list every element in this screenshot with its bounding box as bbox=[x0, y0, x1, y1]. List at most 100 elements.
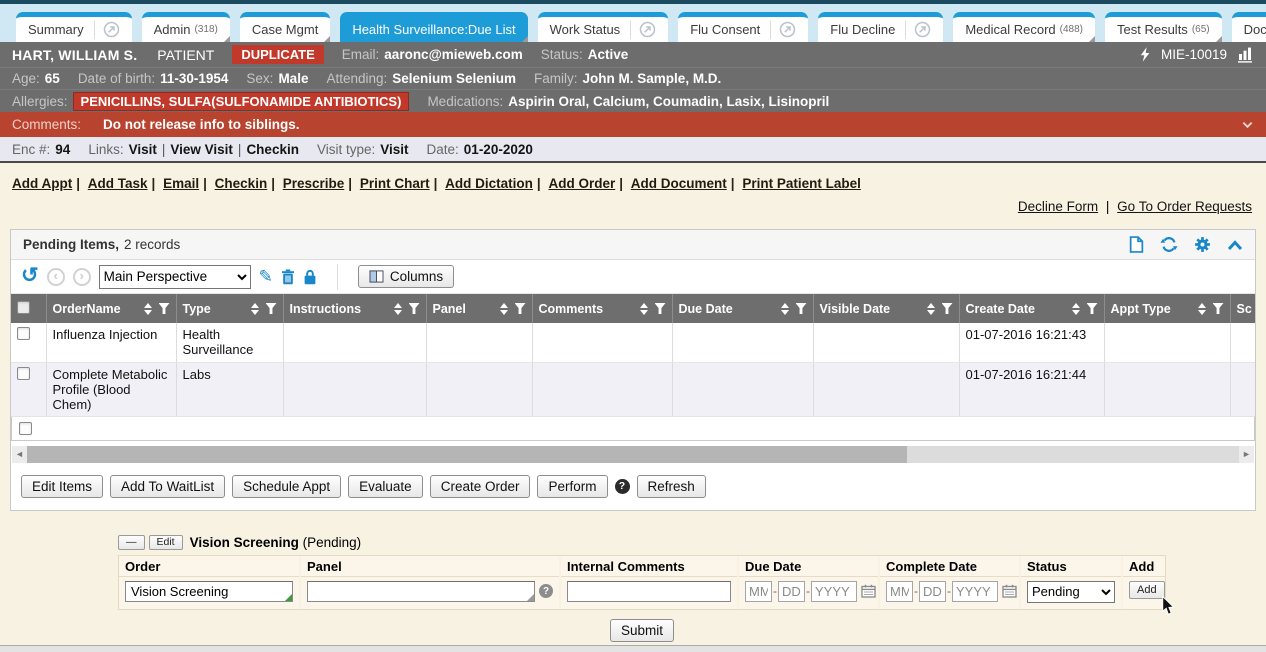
col-header-appt-type[interactable]: Appt Type bbox=[1111, 302, 1171, 316]
col-header-comments[interactable]: Comments bbox=[539, 302, 604, 316]
enc-link-checkin[interactable]: Checkin bbox=[246, 142, 299, 157]
lock-perspective-icon[interactable] bbox=[303, 269, 317, 285]
perform-button[interactable]: Perform bbox=[537, 475, 607, 498]
complete-date-yyyy-input[interactable] bbox=[952, 581, 998, 602]
tab-work-status[interactable]: Work Status bbox=[538, 12, 669, 42]
link-add-order[interactable]: Add Order bbox=[548, 176, 615, 191]
row-checkbox[interactable] bbox=[17, 327, 30, 340]
col-header-due-date[interactable]: Due Date bbox=[679, 302, 733, 316]
table-row[interactable]: Complete Metabolic Profile (Blood Chem) … bbox=[11, 362, 1255, 416]
internal-comments-input[interactable] bbox=[567, 581, 731, 602]
perspective-select[interactable]: Main Perspective bbox=[99, 265, 251, 289]
delete-perspective-icon[interactable] bbox=[281, 269, 295, 285]
link-decline-form[interactable]: Decline Form bbox=[1018, 199, 1098, 214]
sort-icon[interactable] bbox=[1072, 303, 1080, 315]
tab-flu-consent[interactable]: Flu Consent bbox=[678, 12, 808, 42]
next-perspective-icon[interactable]: › bbox=[73, 268, 91, 286]
link-print-patient-label[interactable]: Print Patient Label bbox=[742, 176, 861, 191]
link-prescribe[interactable]: Prescribe bbox=[283, 176, 345, 191]
col-header-type[interactable]: Type bbox=[183, 302, 211, 316]
refresh-button[interactable]: Refresh bbox=[637, 475, 706, 498]
gear-icon[interactable] bbox=[1194, 236, 1211, 253]
columns-button[interactable]: Columns bbox=[358, 265, 454, 288]
panel-input[interactable] bbox=[307, 581, 535, 602]
due-date-dd-input[interactable] bbox=[778, 581, 805, 602]
col-header-instructions[interactable]: Instructions bbox=[290, 302, 362, 316]
evaluate-button[interactable]: Evaluate bbox=[348, 475, 423, 498]
sort-icon[interactable] bbox=[144, 303, 152, 315]
col-header-sc[interactable]: Sc bbox=[1237, 302, 1252, 316]
status-select[interactable]: Pending bbox=[1027, 581, 1115, 603]
tab-test-results[interactable]: Test Results (65) bbox=[1105, 12, 1222, 42]
popout-icon[interactable] bbox=[914, 21, 931, 38]
link-email[interactable]: Email bbox=[163, 176, 199, 191]
tab-documents[interactable]: Documents (275) bbox=[1232, 12, 1266, 42]
complete-date-dd-input[interactable] bbox=[919, 581, 946, 602]
footer-checkbox[interactable] bbox=[19, 422, 32, 435]
sort-icon[interactable] bbox=[500, 303, 508, 315]
filter-icon[interactable] bbox=[942, 303, 953, 314]
edit-items-button[interactable]: Edit Items bbox=[21, 475, 103, 498]
scroll-right-arrow[interactable]: ► bbox=[1239, 446, 1254, 463]
scroll-left-arrow[interactable]: ◄ bbox=[12, 446, 27, 463]
tab-admin[interactable]: Admin (318) bbox=[142, 12, 230, 42]
sort-icon[interactable] bbox=[927, 303, 935, 315]
popout-icon[interactable] bbox=[639, 21, 656, 38]
create-order-button[interactable]: Create Order bbox=[430, 475, 531, 498]
edit-order-button[interactable]: Edit bbox=[149, 535, 183, 550]
link-add-dictation[interactable]: Add Dictation bbox=[445, 176, 533, 191]
add-to-waitlist-button[interactable]: Add To WaitList bbox=[110, 475, 225, 498]
filter-icon[interactable] bbox=[1087, 303, 1098, 314]
new-document-icon[interactable] bbox=[1129, 236, 1144, 253]
link-add-task[interactable]: Add Task bbox=[88, 176, 148, 191]
link-checkin[interactable]: Checkin bbox=[215, 176, 268, 191]
sort-icon[interactable] bbox=[1198, 303, 1206, 315]
sort-icon[interactable] bbox=[640, 303, 648, 315]
tab-case-mgmt[interactable]: Case Mgmt bbox=[240, 12, 330, 42]
due-date-mm-input[interactable] bbox=[745, 581, 772, 602]
link-add-appt[interactable]: Add Appt bbox=[12, 176, 72, 191]
filter-icon[interactable] bbox=[1213, 303, 1224, 314]
refresh-icon[interactable] bbox=[1160, 236, 1178, 253]
enc-link-view-visit[interactable]: View Visit bbox=[170, 142, 233, 157]
row-checkbox[interactable] bbox=[17, 367, 30, 380]
duplicate-badge[interactable]: DUPLICATE bbox=[232, 45, 323, 64]
help-icon[interactable]: ? bbox=[615, 479, 630, 494]
scrollbar-thumb[interactable] bbox=[27, 446, 907, 463]
calendar-icon[interactable] bbox=[861, 584, 876, 598]
lightning-icon[interactable] bbox=[1138, 47, 1151, 62]
horizontal-scrollbar[interactable]: ◄ ► bbox=[12, 446, 1254, 463]
edit-perspective-icon[interactable]: ✎ bbox=[259, 267, 273, 287]
filter-icon[interactable] bbox=[409, 303, 420, 314]
allergies-badge[interactable]: PENICILLINS, SULFA(SULFONAMIDE ANTIBIOTI… bbox=[73, 92, 410, 111]
reset-perspective-icon[interactable]: ↺ bbox=[21, 265, 39, 286]
filter-icon[interactable] bbox=[515, 303, 526, 314]
tab-health-surveillance-due-list[interactable]: Health Surveillance:Due List bbox=[340, 12, 527, 42]
submit-button[interactable]: Submit bbox=[610, 619, 674, 642]
sort-icon[interactable] bbox=[781, 303, 789, 315]
filter-icon[interactable] bbox=[266, 303, 277, 314]
tab-flu-decline[interactable]: Flu Decline bbox=[818, 12, 943, 42]
link-print-chart[interactable]: Print Chart bbox=[360, 176, 430, 191]
due-date-yyyy-input[interactable] bbox=[811, 581, 857, 602]
select-all-checkbox[interactable] bbox=[17, 301, 30, 314]
filter-icon[interactable] bbox=[655, 303, 666, 314]
col-header-ordername[interactable]: OrderName bbox=[53, 302, 121, 316]
collapse-order-button[interactable]: — bbox=[118, 535, 145, 550]
sort-icon[interactable] bbox=[251, 303, 259, 315]
panel-help-icon[interactable]: ? bbox=[539, 584, 553, 598]
enc-link-visit[interactable]: Visit bbox=[129, 142, 157, 157]
col-header-panel[interactable]: Panel bbox=[433, 302, 466, 316]
tab-medical-record[interactable]: Medical Record (488) bbox=[953, 12, 1095, 42]
table-row[interactable]: Influenza Injection Health Surveillance … bbox=[11, 323, 1255, 362]
calendar-icon[interactable] bbox=[1002, 584, 1017, 598]
filter-icon[interactable] bbox=[159, 303, 170, 314]
comments-collapse-icon[interactable] bbox=[1241, 118, 1254, 131]
bar-chart-icon[interactable] bbox=[1237, 46, 1254, 63]
popout-icon[interactable] bbox=[779, 21, 796, 38]
order-input[interactable] bbox=[125, 581, 293, 602]
filter-icon[interactable] bbox=[796, 303, 807, 314]
tab-summary[interactable]: Summary bbox=[16, 12, 132, 42]
col-header-create-date[interactable]: Create Date bbox=[966, 302, 1035, 316]
resize-grip[interactable] bbox=[285, 594, 292, 601]
